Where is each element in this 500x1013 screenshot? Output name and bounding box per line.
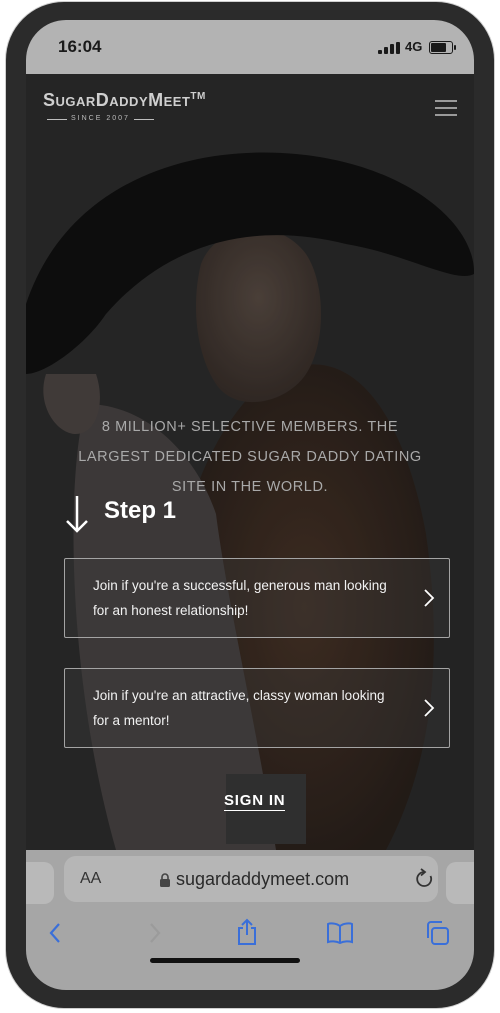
forward-icon[interactable] bbox=[148, 922, 162, 944]
network-type: 4G bbox=[405, 39, 423, 54]
bookmarks-icon[interactable] bbox=[326, 922, 354, 944]
status-bar: 16:04 4G bbox=[26, 20, 474, 74]
phone-frame: 16:04 4G SugarDaddyMeetTM SINCE 2007 8 M… bbox=[6, 2, 494, 1008]
share-icon[interactable] bbox=[235, 918, 259, 946]
lock-icon bbox=[160, 873, 170, 887]
tabs-icon[interactable] bbox=[424, 920, 450, 946]
signal-icon bbox=[378, 42, 400, 54]
text-size-button[interactable]: AA bbox=[80, 870, 101, 888]
sign-in-link[interactable]: SIGN IN bbox=[224, 792, 286, 811]
status-time: 16:04 bbox=[58, 37, 102, 56]
brand-trademark: TM bbox=[190, 91, 206, 102]
hero-tagline: 8 MILLION+ SELECTIVE MEMBERS. THE LARGES… bbox=[78, 419, 422, 495]
join-option-text: Join if you're a successful, generous ma… bbox=[93, 578, 387, 618]
reload-icon[interactable] bbox=[415, 868, 435, 890]
hamburger-menu-icon[interactable] bbox=[435, 100, 457, 116]
url-text[interactable]: sugardaddymeet.com bbox=[176, 869, 349, 890]
brand-logo[interactable]: SugarDaddyMeetTM bbox=[43, 90, 206, 111]
join-option-text: Join if you're an attractive, classy wom… bbox=[93, 688, 385, 728]
website-viewport: SugarDaddyMeetTM SINCE 2007 8 MILLION+ S… bbox=[26, 74, 474, 850]
home-indicator[interactable] bbox=[150, 958, 300, 963]
step-label: Step 1 bbox=[104, 497, 177, 524]
chevron-right-icon bbox=[424, 589, 435, 607]
brand-since: SINCE 2007 bbox=[47, 115, 154, 122]
safari-browser-bar: AA sugardaddymeet.com bbox=[26, 850, 474, 990]
next-tab-preview[interactable] bbox=[446, 862, 474, 904]
chevron-right-icon bbox=[424, 699, 435, 717]
join-as-woman-button[interactable]: Join if you're an attractive, classy wom… bbox=[64, 668, 450, 748]
brand-name: SugarDaddyMeet bbox=[43, 90, 191, 110]
address-bar[interactable]: AA sugardaddymeet.com bbox=[64, 856, 438, 902]
battery-icon bbox=[429, 41, 456, 54]
previous-tab-preview[interactable] bbox=[26, 862, 54, 904]
arrow-down-icon bbox=[66, 496, 88, 533]
back-icon[interactable] bbox=[48, 922, 62, 944]
phone-screen: 16:04 4G SugarDaddyMeetTM SINCE 2007 8 M… bbox=[26, 20, 474, 990]
join-as-man-button[interactable]: Join if you're a successful, generous ma… bbox=[64, 558, 450, 638]
